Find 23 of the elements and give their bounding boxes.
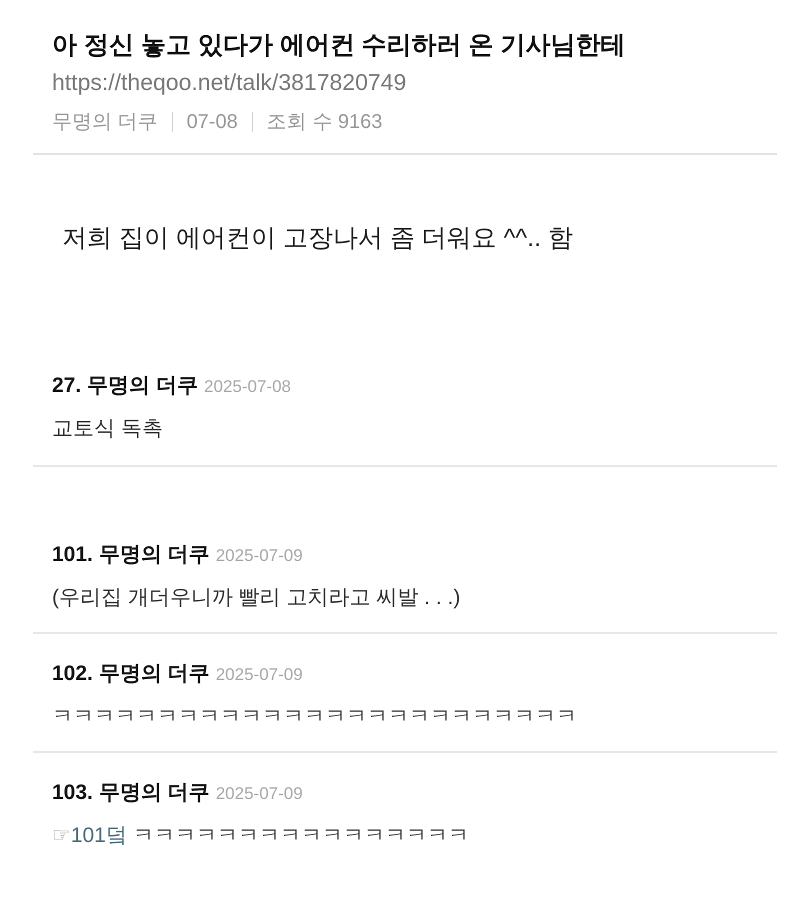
comment-text: 교토식 독촉 — [52, 416, 163, 442]
post-url-link[interactable]: https://theqoo.net/talk/3817820749 — [52, 66, 406, 98]
view-count: 조회 수 9163 — [266, 110, 382, 135]
comment-number: 27. — [52, 373, 82, 399]
comment-author: 무명의 더쿠 — [87, 373, 198, 399]
post-title: 아 정신 놓고 있다가 에어컨 수리하러 온 기사님한테 — [52, 30, 627, 61]
comment-author: 무명의 더쿠 — [98, 542, 210, 568]
reply-link[interactable]: ☞101덬 — [52, 821, 127, 851]
comment-date: 2025-07-09 — [216, 783, 303, 805]
comment-number: 103. — [52, 780, 93, 806]
post-body-text: 저희 집이 에어컨이 고장나서 좀 더워요 ^^.. 함 — [62, 224, 573, 252]
comment-author: 무명의 더쿠 — [98, 661, 210, 687]
comment-date: 2025-07-08 — [204, 376, 292, 398]
post-date: 07-08 — [186, 110, 238, 135]
comment-date: 2025-07-09 — [216, 545, 303, 567]
comment-text: ㅋㅋㅋㅋㅋㅋㅋㅋㅋㅋㅋㅋㅋㅋㅋㅋㅋㅋㅋㅋㅋㅋㅋㅋㅋ — [52, 704, 577, 730]
comment-text: (우리집 개더우니까 빨리 고치라고 씨발 . . .) — [52, 585, 460, 611]
comment-text: ㅋㅋㅋㅋㅋㅋㅋㅋㅋㅋㅋㅋㅋㅋㅋㅋ — [132, 823, 469, 849]
comment-number: 101. — [52, 542, 93, 568]
author-name: 무명의 더쿠 — [52, 110, 158, 135]
comment-number: 102. — [52, 661, 93, 687]
comment-date: 2025-07-09 — [216, 664, 303, 686]
comment-author: 무명의 더쿠 — [98, 780, 210, 806]
